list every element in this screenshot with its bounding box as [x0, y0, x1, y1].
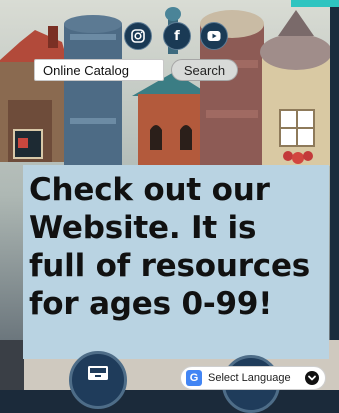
promo-message: Check out our Website. It is full of res… — [29, 171, 323, 323]
chevron-down-icon — [305, 371, 319, 385]
instagram-button[interactable] — [124, 22, 152, 50]
drawer-icon — [88, 366, 108, 380]
catalog-search-placeholder: Online Catalog — [43, 63, 129, 78]
google-translate-icon: G — [186, 370, 202, 386]
facebook-button[interactable]: f — [163, 22, 191, 50]
drawer-button[interactable] — [69, 351, 127, 409]
promo-line-2: Website. It is — [29, 210, 257, 246]
promo-card: Check out our Website. It is full of res… — [23, 165, 329, 359]
promo-line-1: Check out our — [29, 172, 270, 208]
youtube-icon — [207, 31, 221, 41]
promo-line-3: full of resources — [29, 248, 311, 284]
select-language-label: Select Language — [208, 372, 291, 384]
facebook-icon: f — [174, 28, 180, 44]
search-button[interactable]: Search — [171, 59, 238, 81]
search-button-label: Search — [183, 62, 226, 78]
promo-line-4: for ages 0-99! — [29, 286, 273, 322]
teal-accent-strip — [291, 0, 339, 7]
select-language-button[interactable]: G Select Language — [180, 366, 326, 390]
youtube-button[interactable] — [200, 22, 228, 50]
blue-book-tower — [64, 15, 122, 174]
instagram-icon — [131, 29, 145, 43]
catalog-search-input[interactable]: Online Catalog — [34, 59, 164, 81]
